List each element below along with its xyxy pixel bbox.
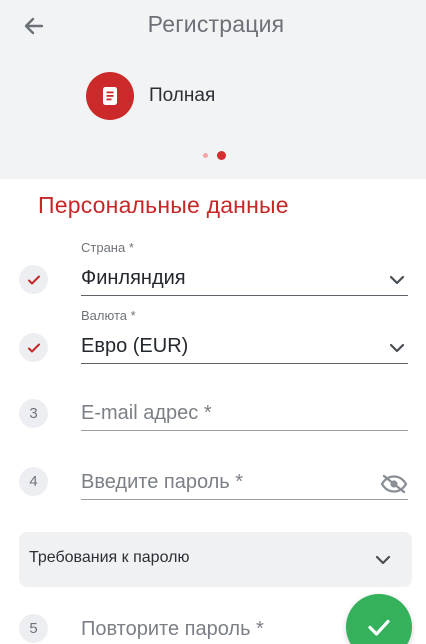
password-visibility-toggle[interactable] <box>380 473 408 495</box>
step-number-password: 4 <box>19 467 48 496</box>
step-number-repeat-password: 5 <box>19 614 48 643</box>
password-field[interactable]: Введите пароль * <box>81 469 408 500</box>
currency-caption: Валюта * <box>81 308 136 323</box>
check-icon <box>27 343 40 352</box>
registration-screen: Регистрация Полная Персональные данные С… <box>0 0 426 644</box>
email-field[interactable]: E-mail адрес * <box>81 400 408 431</box>
step-done-currency <box>19 333 48 362</box>
registration-type-label: Полная <box>149 85 216 106</box>
country-value: Финляндия <box>81 267 186 289</box>
step-number-email: 3 <box>19 399 48 428</box>
submit-fab-button[interactable] <box>346 594 412 644</box>
password-placeholder: Введите пароль * <box>81 471 244 493</box>
header: Регистрация Полная <box>0 0 426 179</box>
eye-off-icon <box>380 474 408 494</box>
pager-dot-2-active[interactable] <box>217 150 226 160</box>
chevron-down-icon <box>375 555 391 565</box>
page-title: Регистрация <box>147 11 285 37</box>
country-select[interactable]: Финляндия <box>81 265 408 296</box>
pager-dot-1[interactable] <box>203 152 208 158</box>
check-icon <box>368 619 390 636</box>
section-title: Персональные данные <box>38 192 289 218</box>
check-icon <box>27 275 40 284</box>
password-requirements-toggle[interactable]: Требования к паролю <box>19 532 412 587</box>
chevron-down-icon <box>386 269 408 291</box>
password-requirements-label: Требования к паролю <box>29 549 190 566</box>
step-done-country <box>19 265 48 294</box>
country-caption: Страна * <box>81 240 134 255</box>
currency-value: Евро (EUR) <box>81 335 189 357</box>
email-placeholder: E-mail адрес * <box>81 402 212 424</box>
pager-dots <box>203 150 226 160</box>
currency-select[interactable]: Евро (EUR) <box>81 333 408 364</box>
chevron-down-icon <box>386 337 408 359</box>
document-icon <box>86 72 134 120</box>
registration-type-selector[interactable]: Полная <box>86 72 215 120</box>
